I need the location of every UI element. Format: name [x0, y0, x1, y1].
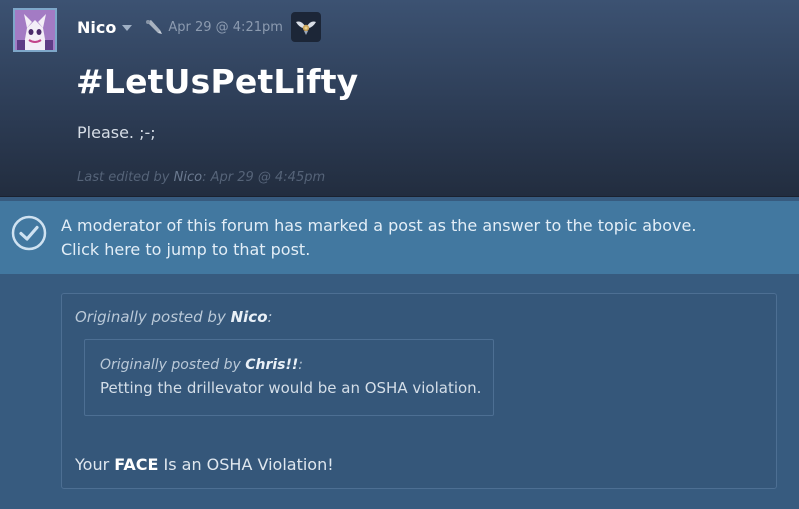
- quote-author[interactable]: Nico: [231, 308, 268, 326]
- nested-quote-author[interactable]: Chris!!: [245, 357, 298, 373]
- reply-text-post: Is an OSHA Violation!: [163, 455, 334, 474]
- edited-prefix: Last edited by: [77, 170, 170, 185]
- author-name[interactable]: Nico: [77, 18, 116, 37]
- post-header: Nico Apr 29 @ 4:21pm: [77, 12, 321, 42]
- nested-quote-prefix: Originally posted by: [100, 357, 241, 373]
- quote-suffix: :: [267, 308, 273, 326]
- reply-text: Your FACE Is an OSHA Violation!: [75, 455, 334, 474]
- award-badge-icon[interactable]: [290, 12, 321, 42]
- answer-notice-text: A moderator of this forum has marked a p…: [61, 214, 696, 262]
- nested-quote: Originally posted by Chris!!: Petting th…: [84, 339, 494, 416]
- chevron-down-icon[interactable]: [122, 25, 133, 31]
- avatar[interactable]: [13, 8, 57, 52]
- pen-icon: [144, 17, 166, 37]
- edited-note: Last edited by Nico: Apr 29 @ 4:45pm: [77, 170, 325, 185]
- nested-quote-suffix: :: [298, 357, 303, 373]
- nested-quote-text: Petting the drillevator would be an OSHA…: [100, 379, 482, 397]
- post-title: #LetUsPetLifty: [76, 62, 359, 101]
- quote-prefix: Originally posted by: [75, 308, 226, 326]
- jump-to-answer-link[interactable]: Click here to jump to that post.: [61, 238, 696, 262]
- reply-text-bold: FACE: [114, 455, 159, 474]
- nested-quote-header: Originally posted by Chris!!:: [100, 357, 303, 373]
- checkmark-circle-icon: [11, 215, 47, 251]
- reply-post: Originally posted by Nico: Originally po…: [61, 293, 777, 489]
- post-body: Please. ;-;: [77, 123, 156, 142]
- avatar-image: [15, 10, 55, 50]
- reply-text-pre: Your: [75, 455, 110, 474]
- original-post: Nico Apr 29 @ 4:21pm #LetUsPetLifty Plea…: [0, 0, 799, 197]
- post-timestamp: Apr 29 @ 4:21pm: [168, 19, 283, 35]
- answer-notice-line1: A moderator of this forum has marked a p…: [61, 216, 697, 235]
- answer-notice-bar[interactable]: A moderator of this forum has marked a p…: [0, 201, 799, 274]
- edited-by: Nico: [173, 170, 203, 185]
- quote-header: Originally posted by Nico:: [75, 308, 273, 326]
- edited-when: : Apr 29 @ 4:45pm: [202, 170, 326, 185]
